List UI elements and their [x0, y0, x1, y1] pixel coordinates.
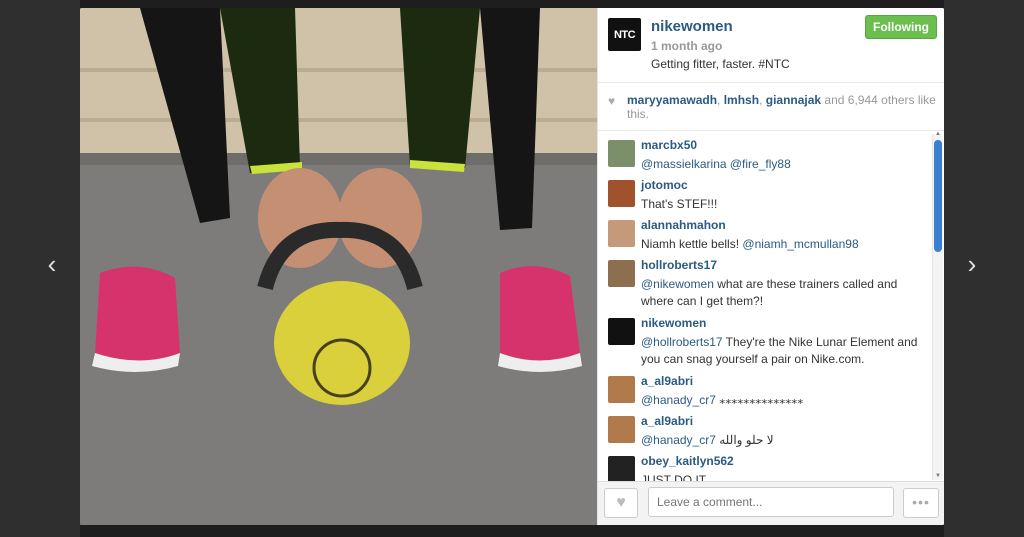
comment-text: @hanady_cr7 ⁎⁎⁎⁎⁎⁎⁎⁎⁎⁎⁎⁎⁎⁎	[641, 392, 931, 409]
avatar[interactable]	[608, 260, 635, 287]
comment-body-text: Niamh kettle bells!	[641, 237, 740, 251]
comment-text: Niamh kettle bells! @niamh_mcmullan98	[641, 236, 931, 253]
photo-modal: NTC nikewomen 1 month ago Getting fitter…	[80, 8, 944, 525]
likes-summary: ♥ maryyamawadh, lmhsh, giannajak and 6,9…	[598, 83, 944, 131]
chevron-right-icon[interactable]: ›	[960, 251, 984, 277]
comment-text: That's STEF!!!	[641, 197, 718, 211]
comment-username[interactable]: a_al9abri	[641, 414, 693, 428]
comment-body-text: ⁎⁎⁎⁎⁎⁎⁎⁎⁎⁎⁎⁎⁎⁎	[715, 393, 804, 407]
heart-icon: ♥	[608, 94, 616, 108]
chevron-left-icon[interactable]: ‹	[40, 251, 64, 277]
comment-username[interactable]: obey_kaitlyn562	[641, 454, 734, 468]
avatar[interactable]	[608, 376, 635, 403]
comment-text: @hollroberts17 They're the Nike Lunar El…	[641, 334, 931, 368]
comment-body-text: لا حلو والله	[715, 433, 774, 447]
avatar[interactable]	[608, 456, 635, 482]
more-options-button[interactable]: •••	[903, 488, 939, 518]
scroll-up-icon[interactable]: ▲	[933, 130, 943, 138]
heart-icon[interactable]: ♥	[604, 488, 638, 518]
comment-username[interactable]: alannahmahon	[641, 218, 726, 232]
scrollbar-thumb[interactable]	[934, 140, 942, 252]
avatar[interactable]	[608, 180, 635, 207]
comment-username[interactable]: nikewomen	[641, 316, 706, 330]
comment-text: @nikewomen what are these trainers calle…	[641, 276, 931, 310]
comment-text: @massielkarina @fire_fly88	[641, 156, 931, 173]
background-strip-top	[80, 0, 944, 8]
comment-mention[interactable]: @hanady_cr7	[641, 393, 716, 407]
comment-mention[interactable]: @nikewomen	[641, 277, 714, 291]
post-details-panel: NTC nikewomen 1 month ago Getting fitter…	[597, 8, 944, 525]
liker-link[interactable]: maryyamawadh	[627, 93, 717, 107]
comment-mention[interactable]: @hanady_cr7	[641, 433, 716, 447]
kettlebell-photo-illustration	[80, 8, 597, 525]
post-header: NTC nikewomen 1 month ago Getting fitter…	[598, 8, 944, 83]
comment-username[interactable]: a_al9abri	[641, 374, 693, 388]
comments-scrollbar[interactable]: ▲ ▼	[932, 131, 943, 480]
likes-text: maryyamawadh, lmhsh, giannajak and 6,944…	[627, 93, 937, 121]
post-timestamp: 1 month ago	[651, 39, 723, 53]
likes-separator: ,	[759, 93, 766, 107]
comment-username[interactable]: jotomoc	[641, 178, 688, 192]
post-caption: Getting fitter, faster. #NTC	[651, 57, 790, 71]
following-button[interactable]: Following	[865, 15, 937, 39]
comment-text: @hanady_cr7 لا حلو والله	[641, 432, 931, 449]
likes-separator: ,	[717, 93, 724, 107]
avatar[interactable]	[608, 140, 635, 167]
comment-mention[interactable]: @massielkarina @fire_fly88	[641, 157, 791, 171]
avatar[interactable]: NTC	[608, 18, 641, 51]
comment-input[interactable]	[648, 487, 894, 517]
post-photo	[80, 8, 597, 525]
post-username[interactable]: nikewomen	[651, 18, 733, 35]
comment-username[interactable]: hollroberts17	[641, 258, 717, 272]
comment-mention[interactable]: @hollroberts17	[641, 335, 723, 349]
background-strip-bottom	[80, 525, 944, 537]
avatar[interactable]	[608, 318, 635, 345]
liker-link[interactable]: giannajak	[766, 93, 821, 107]
comment-footer: ♥ •••	[598, 481, 944, 525]
comment-mention[interactable]: @niamh_mcmullan98	[742, 237, 858, 251]
avatar[interactable]	[608, 220, 635, 247]
liker-link[interactable]: lmhsh	[724, 93, 759, 107]
avatar[interactable]	[608, 416, 635, 443]
comment-username[interactable]: marcbx50	[641, 138, 697, 152]
comments-list[interactable]: marcbx50 @massielkarina @fire_fly88 joto…	[598, 130, 944, 482]
scroll-down-icon[interactable]: ▼	[933, 472, 943, 480]
